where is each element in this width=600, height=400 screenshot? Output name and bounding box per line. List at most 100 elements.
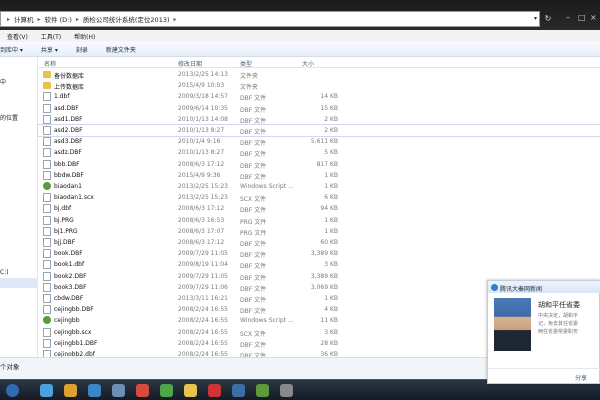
address-bar[interactable]: ▸ 计算机 ▸ 软件 (D:) ▸ 质检公司统计系统(定位2013) ▸ ▾	[0, 11, 540, 27]
file-row[interactable]: 1.dbf 2009/3/18 14:57 DBF 文件 14 KB	[38, 91, 600, 102]
file-name: cbdw.DBF	[54, 295, 84, 302]
burn-button[interactable]: 刻录	[76, 45, 88, 54]
file-date: 2010/1/13 14:08	[178, 115, 228, 123]
chevron-right-icon[interactable]: ▸	[76, 16, 79, 23]
app-icon[interactable]	[280, 384, 293, 397]
file-date: 2008/6/3 16:53	[178, 216, 225, 224]
app-icon[interactable]	[136, 384, 149, 397]
file-row[interactable]: biaodan1 2013/2/25 15:23 Windows Script ..…	[38, 181, 600, 192]
file-name: bbb.DBF	[54, 160, 80, 168]
menu-view[interactable]: 查看(V)	[7, 32, 28, 41]
share-link[interactable]: 分享	[575, 373, 587, 382]
script-icon	[43, 182, 51, 190]
file-row[interactable]: biaodan1.scx 2013/2/25 15:23 SCX 文件 6 KB	[38, 192, 600, 203]
file-size: 5 KB	[324, 149, 338, 157]
file-row[interactable]: bjj.DBF 2008/6/3 17:12 DBF 文件 60 KB	[38, 237, 600, 248]
file-icon	[43, 215, 51, 225]
app-icon[interactable]	[232, 384, 245, 397]
file-row[interactable]: book.DBF 2009/7/29 11:05 DBF 文件 3,389 KB	[38, 248, 600, 259]
chevron-down-icon[interactable]: ▾	[534, 15, 537, 22]
file-type: PRG 文件	[240, 229, 267, 237]
file-size: 28 KB	[320, 339, 338, 347]
news-photo[interactable]	[494, 298, 531, 351]
chevron-right-icon[interactable]: ▸	[174, 16, 177, 23]
menu-tools[interactable]: 工具(T)	[41, 32, 61, 41]
file-icon	[43, 137, 51, 147]
app-icon[interactable]	[160, 384, 173, 397]
nav-item-drive-c[interactable]: C:)	[0, 269, 9, 276]
start-icon[interactable]	[6, 384, 19, 397]
file-row[interactable]: asd1.DBF 2010/1/13 14:08 DBF 文件 2 KB	[38, 114, 600, 125]
file-type: DBF 文件	[240, 129, 267, 136]
file-date: 2013/3/11 16:21	[178, 295, 228, 302]
menu-help[interactable]: 帮助(H)	[74, 32, 95, 41]
file-row[interactable]: bbdw.DBF 2015/4/9 9:36 DBF 文件 1 KB	[38, 170, 600, 181]
file-date: 2010/1/13 8:27	[178, 149, 225, 157]
nav-item-1[interactable]: 中	[0, 77, 6, 86]
news-headline[interactable]: 胡和平任省委	[538, 300, 580, 310]
app-icon[interactable]	[208, 384, 221, 397]
menu-bar: 查看(V) 工具(T) 帮助(H)	[0, 30, 600, 42]
breadcrumb-computer[interactable]: 计算机	[14, 14, 34, 24]
new-folder-button[interactable]: 新建文件夹	[106, 45, 136, 54]
file-icon	[43, 282, 51, 292]
file-row[interactable]: 上传数据库 2015/4/9 10:03 文件夹	[38, 80, 600, 91]
file-size: 3,389 KB	[310, 272, 338, 280]
folder-icon	[43, 71, 51, 78]
refresh-icon[interactable]: ↻	[542, 13, 554, 25]
file-row[interactable]: bj.PRG 2008/6/3 16:53 PRG 文件 1 KB	[38, 215, 600, 226]
file-date: 2009/3/18 14:57	[178, 93, 228, 101]
file-type: 文件夹	[240, 84, 259, 92]
app-icon[interactable]	[112, 384, 125, 397]
file-size: 4 KB	[324, 306, 338, 314]
file-row[interactable]: bbb.DBF 2008/6/3 17:12 DBF 文件 817 KB	[38, 159, 600, 170]
nav-item-2[interactable]: 的位置	[0, 113, 18, 122]
file-name: bjj.DBF	[54, 239, 76, 246]
file-size: 2 KB	[324, 115, 338, 123]
file-size: 817 KB	[316, 160, 338, 168]
file-name: book2.DBF	[54, 272, 87, 280]
chevron-right-icon[interactable]: ▸	[38, 16, 41, 23]
close-icon[interactable]: ×	[590, 13, 597, 22]
column-date[interactable]: 修改日期	[178, 59, 202, 68]
file-date: 2008/6/3 17:07	[178, 227, 225, 235]
file-row[interactable]: asd.DBF 2009/6/14 10:35 DBF 文件 15 KB	[38, 103, 600, 114]
news-body: 中央决定，胡和平 记，免去其任省委 两任省委常委职务	[538, 312, 598, 336]
file-row[interactable]: book1.dbf 2009/8/19 11:04 DBF 文件 3 KB	[38, 259, 600, 270]
column-type[interactable]: 类型	[240, 59, 252, 68]
file-icon	[43, 170, 51, 180]
file-icon	[43, 294, 51, 303]
file-date: 2010/1/4 9:16	[178, 138, 221, 146]
ie-icon[interactable]	[40, 384, 53, 397]
app-icon[interactable]	[88, 384, 101, 397]
file-date: 2015/4/9 9:36	[178, 171, 221, 179]
file-row[interactable]: asd3.DBF 2010/1/4 9:16 DBF 文件 5,611 KB	[38, 136, 600, 147]
file-row[interactable]: bj.dbf 2008/6/3 17:12 DBF 文件 94 KB	[38, 203, 600, 214]
file-row[interactable]: asd2.DBF 2010/1/13 8:27 DBF 文件 2 KB	[37, 124, 600, 137]
share-button[interactable]: 共享 ▾	[41, 45, 58, 54]
column-name[interactable]: 名称	[44, 59, 56, 68]
file-type: DBF 文件	[240, 263, 267, 271]
folder-icon[interactable]	[184, 384, 197, 397]
file-row[interactable]: 备份数据库 2013/2/25 14:13 文件夹	[38, 69, 600, 80]
file-row[interactable]: bj1.PRG 2008/6/3 17:07 PRG 文件 1 KB	[38, 226, 600, 237]
breadcrumb-drive[interactable]: 软件 (D:)	[45, 14, 72, 24]
file-date: 2008/2/24 16:55	[178, 339, 228, 347]
breadcrumb-folder[interactable]: 质检公司统计系统(定位2013)	[83, 14, 170, 24]
chrome-icon[interactable]	[64, 384, 77, 397]
news-body-line: 中央决定，胡和平	[538, 313, 579, 319]
app-icon[interactable]	[256, 384, 269, 397]
include-in-library-button[interactable]: 到库中 ▾	[0, 45, 23, 54]
maximize-icon[interactable]: □	[578, 13, 586, 22]
minimize-icon[interactable]: –	[566, 13, 570, 22]
file-size: 6 KB	[324, 194, 338, 202]
column-size[interactable]: 大小	[302, 59, 314, 68]
file-date: 2010/1/13 8:27	[178, 127, 225, 134]
file-date: 2009/7/29 11:05	[178, 272, 228, 280]
file-row[interactable]: asdz.DBF 2010/1/13 8:27 DBF 文件 5 KB	[38, 147, 600, 158]
navigation-pane: 中 的位置 C:)	[0, 57, 38, 357]
popup-header: 腾讯大秦网新闻	[488, 281, 600, 293]
file-icon	[43, 92, 51, 102]
file-type: DBF 文件	[240, 285, 267, 293]
file-type: DBF 文件	[240, 252, 267, 260]
